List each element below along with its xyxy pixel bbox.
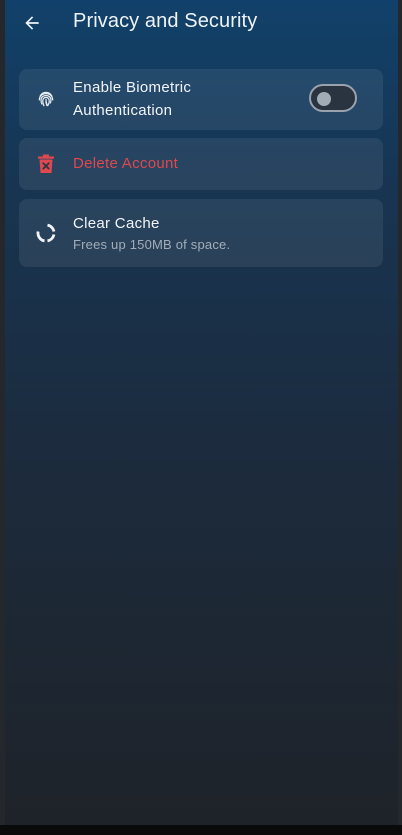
page-title: Privacy and Security — [73, 10, 258, 32]
fingerprint-icon — [36, 89, 56, 109]
delete-bin-icon — [36, 154, 56, 174]
delete-account-row[interactable]: Delete Account — [19, 138, 383, 190]
biometric-label-line2: Authentication — [73, 102, 173, 119]
screen-edge-right — [398, 0, 402, 835]
clear-cache-row[interactable]: Clear Cache Frees up 150MB of space. — [19, 199, 383, 267]
biometric-label-line1: Enable Biometric — [73, 79, 192, 96]
toggle-knob — [317, 92, 331, 106]
circular-progress-icon — [36, 223, 56, 243]
app-bar: Privacy and Security — [5, 0, 398, 46]
biometric-label: Enable Biometric Authentication — [73, 76, 191, 122]
privacy-security-screen: Privacy and Security Enable Biometric Au… — [5, 0, 398, 825]
clear-cache-subtitle: Frees up 150MB of space. — [73, 237, 231, 252]
delete-account-label: Delete Account — [73, 155, 179, 172]
biometric-setting-row[interactable]: Enable Biometric Authentication — [19, 69, 383, 130]
biometric-toggle[interactable] — [309, 84, 357, 112]
system-bottom-bar — [0, 825, 402, 835]
back-button[interactable] — [18, 9, 46, 37]
arrow-left-icon — [25, 16, 39, 30]
clear-cache-label: Clear Cache — [73, 215, 160, 232]
